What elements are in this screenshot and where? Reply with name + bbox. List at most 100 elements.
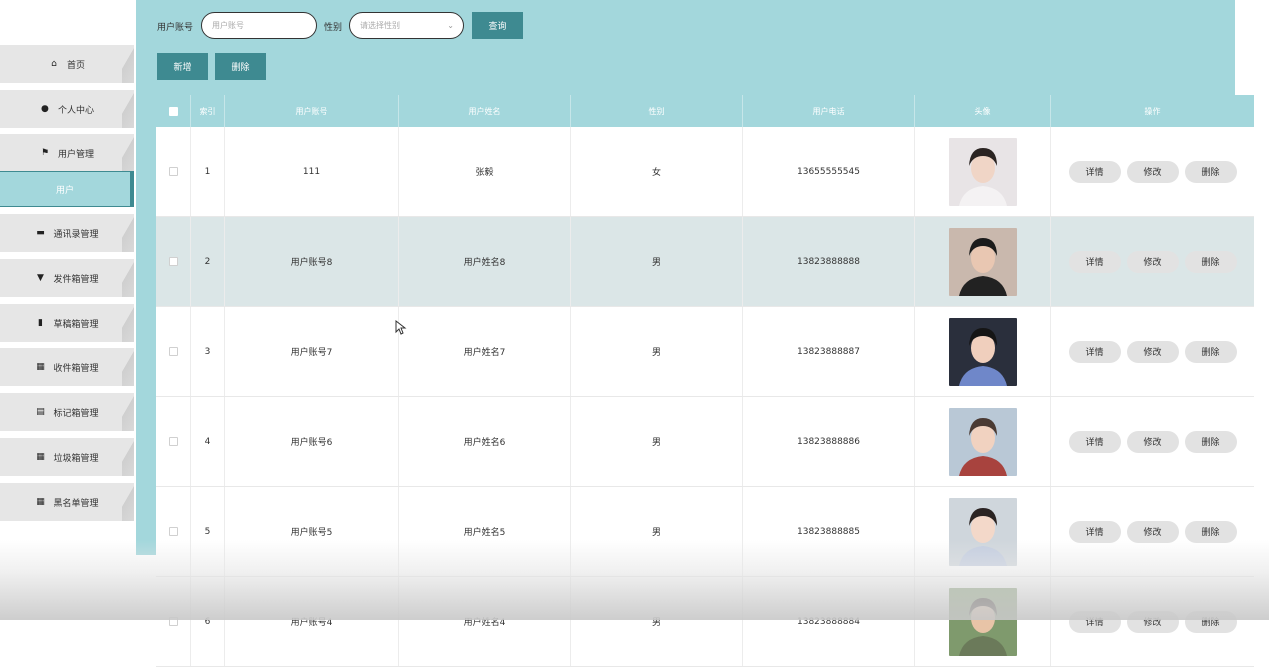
- account-label: 用户账号: [157, 23, 194, 33]
- cell-index: 5: [191, 487, 225, 576]
- sidebar-item-label: 首页: [66, 60, 85, 71]
- cell-name: 用户姓名5: [399, 487, 571, 576]
- table-row: 2 用户账号8 用户姓名8 男 13823888888 详情 修改 删除: [156, 217, 1254, 307]
- sidebar-item-label: 收件箱管理: [53, 363, 99, 374]
- delete-button[interactable]: 删除: [215, 53, 266, 80]
- sidebar-item-label: 用户管理: [57, 149, 94, 160]
- cell-avatar: [915, 307, 1051, 396]
- avatar-man-blue: [948, 317, 1017, 386]
- grid-icon: ▦: [36, 362, 45, 372]
- cell-gender: 女: [571, 127, 743, 216]
- edit-button[interactable]: 修改: [1126, 610, 1179, 633]
- cell-gender: 男: [571, 217, 743, 306]
- cell-gender: 男: [571, 397, 743, 486]
- cell-gender: 男: [571, 307, 743, 396]
- sidebar-item-label: 个人中心: [57, 105, 94, 116]
- cell-actions: 详情 修改 删除: [1051, 217, 1254, 306]
- detail-button[interactable]: 详情: [1068, 520, 1121, 543]
- edit-button[interactable]: 修改: [1126, 160, 1179, 183]
- gender-label: 性别: [324, 23, 343, 33]
- detail-button[interactable]: 详情: [1068, 160, 1121, 183]
- row-checkbox[interactable]: [168, 257, 178, 266]
- row-checkbox[interactable]: [168, 167, 178, 176]
- cell-actions: 详情 修改 删除: [1051, 307, 1254, 396]
- grid-icon: ▦: [36, 452, 45, 462]
- header-avatar: 头像: [915, 95, 1051, 127]
- sidebar-item-1[interactable]: ● 个人中心: [0, 90, 134, 128]
- select-cell: [156, 127, 191, 216]
- avatar-man-black: [948, 227, 1017, 296]
- select-cell: [156, 217, 191, 306]
- sidebar-item-4[interactable]: ▼ 发件箱管理: [0, 259, 134, 297]
- row-delete-button[interactable]: 删除: [1184, 250, 1237, 273]
- cell-avatar: [915, 397, 1051, 486]
- sidebar-item-label: 黑名单管理: [53, 498, 99, 509]
- edit-button[interactable]: 修改: [1126, 340, 1179, 363]
- account-search-input[interactable]: 用户账号: [201, 12, 317, 39]
- select-cell: [156, 397, 191, 486]
- cell-phone: 13823888885: [743, 487, 915, 576]
- cell-name: 用户姓名7: [399, 307, 571, 396]
- cell-phone: 13823888888: [743, 217, 915, 306]
- pin-icon: ▼: [37, 273, 44, 283]
- cell-name: 用户姓名4: [399, 577, 571, 666]
- table-row: 4 用户账号6 用户姓名6 男 13823888886 详情 修改 删除: [156, 397, 1254, 487]
- detail-button[interactable]: 详情: [1068, 610, 1121, 633]
- row-checkbox[interactable]: [168, 347, 178, 356]
- sidebar-item-8[interactable]: ▦ 垃圾箱管理: [0, 438, 134, 476]
- clipboard-icon: ▤: [36, 407, 45, 417]
- query-button[interactable]: 查询: [472, 12, 523, 39]
- sidebar-item-3[interactable]: ▬ 通讯录管理: [0, 214, 134, 252]
- cell-account: 111: [225, 127, 399, 216]
- cell-name: 用户姓名6: [399, 397, 571, 486]
- sidebar-item-label: 发件箱管理: [53, 274, 99, 285]
- person-icon: ●: [41, 104, 49, 114]
- edit-button[interactable]: 修改: [1126, 250, 1179, 273]
- briefcase-icon: ▬: [36, 228, 45, 238]
- row-delete-button[interactable]: 删除: [1184, 520, 1237, 543]
- cell-account: 用户账号4: [225, 577, 399, 666]
- sidebar-item-0[interactable]: ⌂ 首页: [0, 45, 134, 83]
- detail-button[interactable]: 详情: [1068, 340, 1121, 363]
- select-cell: [156, 487, 191, 576]
- sidebar-item-7[interactable]: ▤ 标记箱管理: [0, 393, 134, 431]
- header-index: 索引: [191, 95, 225, 127]
- row-delete-button[interactable]: 删除: [1184, 160, 1237, 183]
- cell-name: 用户姓名8: [399, 217, 571, 306]
- cell-actions: 详情 修改 删除: [1051, 487, 1254, 576]
- edit-button[interactable]: 修改: [1126, 520, 1179, 543]
- sidebar-item-2[interactable]: ⚑ 用户管理: [0, 134, 134, 172]
- sidebar-item-9[interactable]: ▦ 黑名单管理: [0, 483, 134, 521]
- row-delete-button[interactable]: 删除: [1184, 340, 1237, 363]
- flag-icon: ⚑: [40, 148, 50, 158]
- detail-button[interactable]: 详情: [1068, 430, 1121, 453]
- detail-button[interactable]: 详情: [1068, 250, 1121, 273]
- edit-button[interactable]: 修改: [1126, 430, 1179, 453]
- row-delete-button[interactable]: 删除: [1184, 430, 1237, 453]
- add-button[interactable]: 新增: [157, 53, 208, 80]
- avatar-man-striped: [948, 407, 1017, 476]
- avatar-woman-white: [948, 137, 1017, 206]
- sidebar-item-label: 草稿箱管理: [53, 319, 99, 330]
- sidebar: ⌂ 首页 ● 个人中心 ⚑ 用户管理 ▬ 通讯录管理 ▼ 发件箱管理 ▮ 草稿箱管理 ▦ 收件箱管理 ▤ 标记…: [0, 38, 136, 620]
- cell-index: 1: [191, 127, 225, 216]
- select-all-cell: [156, 95, 191, 127]
- cell-name: 张毅: [399, 127, 571, 216]
- sidebar-item-5[interactable]: ▮ 草稿箱管理: [0, 304, 134, 342]
- table-row: 5 用户账号5 用户姓名5 男 13823888885 详情 修改 删除: [156, 487, 1254, 577]
- cell-index: 4: [191, 397, 225, 486]
- cell-actions: 详情 修改 删除: [1051, 127, 1254, 216]
- cell-account: 用户账号7: [225, 307, 399, 396]
- sidebar-item-6[interactable]: ▦ 收件箱管理: [0, 348, 134, 386]
- table-row: 3 用户账号7 用户姓名7 男 13823888887 详情 修改 删除: [156, 307, 1254, 397]
- sidebar-subitem-user[interactable]: 用户: [0, 171, 134, 207]
- cell-account: 用户账号5: [225, 487, 399, 576]
- gender-placeholder: 请选择性别: [360, 21, 400, 30]
- gender-select[interactable]: 请选择性别 ⌄: [349, 12, 464, 39]
- select-all-checkbox[interactable]: [168, 106, 178, 116]
- header-gender: 性别: [571, 95, 743, 127]
- row-checkbox[interactable]: [168, 617, 178, 626]
- row-checkbox[interactable]: [168, 437, 178, 446]
- row-delete-button[interactable]: 删除: [1184, 610, 1237, 633]
- row-checkbox[interactable]: [168, 527, 178, 536]
